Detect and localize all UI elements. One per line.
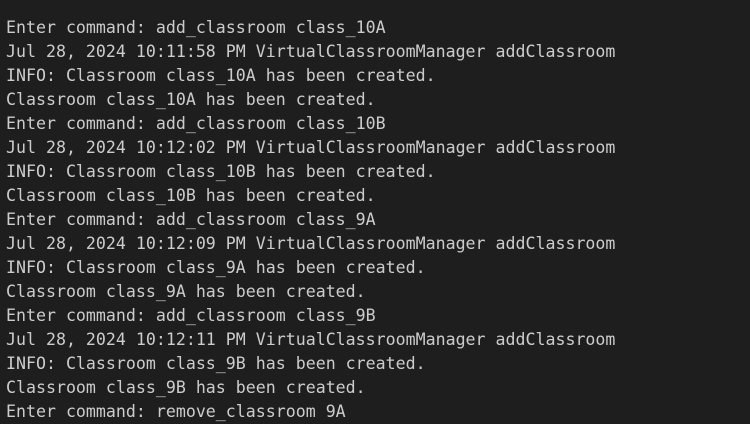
- terminal-line: INFO: Classroom class_10A has been creat…: [6, 66, 436, 85]
- terminal-line: Classroom class_9A has been created.: [6, 282, 366, 301]
- terminal-output[interactable]: Enter command: add_classroom class_10A Ju…: [6, 16, 615, 424]
- terminal-line: Jul 28, 2024 10:12:11 PM VirtualClassroo…: [6, 330, 616, 349]
- terminal-line: Enter command: remove_classroom 9A: [6, 402, 346, 421]
- terminal-line: Classroom class_10A has been created.: [6, 90, 376, 109]
- terminal-line: Jul 28, 2024 10:11:58 PM VirtualClassroo…: [6, 42, 616, 61]
- terminal-line: Enter command: add_classroom class_9B: [6, 306, 376, 325]
- terminal-line: INFO: Classroom class_9B has been create…: [6, 354, 426, 373]
- terminal-line: Enter command: add_classroom class_10B: [6, 114, 386, 133]
- terminal-line: Enter command: add_classroom class_9A: [6, 210, 376, 229]
- terminal-line: Jul 28, 2024 10:12:09 PM VirtualClassroo…: [6, 234, 616, 253]
- terminal-line: Classroom class_9B has been created.: [6, 378, 366, 397]
- terminal-line: Jul 28, 2024 10:12:02 PM VirtualClassroo…: [6, 138, 616, 157]
- terminal-line: Classroom class_10B has been created.: [6, 186, 376, 205]
- terminal-line: Enter command: add_classroom class_10A: [6, 18, 386, 37]
- terminal-line: INFO: Classroom class_9A has been create…: [6, 258, 426, 277]
- terminal-line: INFO: Classroom class_10B has been creat…: [6, 162, 436, 181]
